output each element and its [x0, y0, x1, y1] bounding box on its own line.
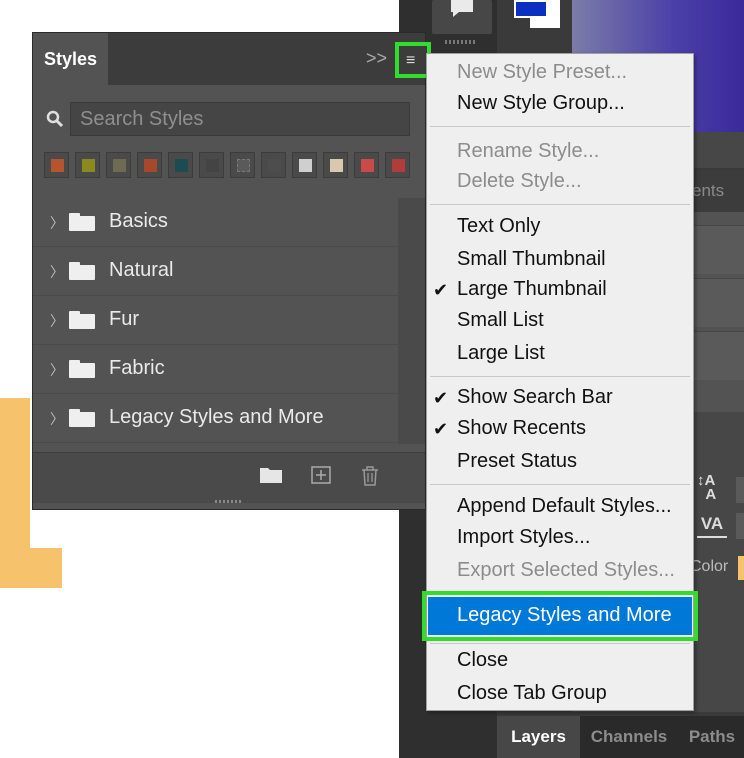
checkmark-icon: ✔ — [433, 388, 449, 408]
menu-item-large-thumbnail[interactable]: Large Thumbnail — [457, 278, 607, 301]
checkmark-icon: ✔ — [433, 419, 449, 439]
comments-panel-button[interactable] — [432, 0, 492, 34]
folder-icon — [69, 311, 95, 329]
style-thumb-icon — [361, 159, 374, 172]
style-thumb-icon — [113, 159, 126, 172]
tab-styles[interactable]: Styles — [33, 33, 108, 85]
style-thumbnail[interactable] — [137, 152, 162, 178]
dock-panel-row — [690, 331, 744, 380]
new-group-folder-icon[interactable] — [259, 466, 283, 484]
speech-bubble-icon — [451, 0, 473, 17]
style-thumbnail[interactable] — [106, 152, 131, 178]
search-input[interactable]: Search Styles — [70, 102, 410, 136]
menu-item-show-search-bar[interactable]: Show Search Bar — [457, 386, 613, 409]
menu-item-close[interactable]: Close — [457, 649, 508, 672]
menu-separator — [430, 643, 690, 644]
group-label: Natural — [109, 259, 174, 281]
group-label: Legacy Styles and More — [109, 406, 324, 428]
menu-item-delete-style[interactable]: Delete Style... — [457, 170, 582, 193]
style-thumb-icon — [268, 159, 281, 172]
style-thumbnail[interactable] — [323, 152, 348, 178]
tracking-icon[interactable]: VA — [697, 514, 727, 538]
style-thumb-icon — [206, 159, 219, 172]
style-thumb-icon — [237, 159, 250, 172]
search-icon — [46, 110, 64, 128]
style-thumb-icon — [299, 159, 312, 172]
menu-item-small-list[interactable]: Small List — [457, 309, 544, 332]
chevron-right-icon[interactable]: 〉 — [50, 311, 64, 331]
style-thumb-icon — [144, 159, 157, 172]
style-thumbnail[interactable] — [75, 152, 100, 178]
style-thumb-icon — [82, 159, 95, 172]
trash-icon[interactable] — [361, 466, 379, 486]
style-thumbnail[interactable] — [292, 152, 317, 178]
menu-item-append-default-styles[interactable]: Append Default Styles... — [457, 495, 672, 518]
list-item-fabric[interactable]: 〉 Fabric — [33, 345, 398, 394]
menu-separator — [430, 484, 690, 485]
menu-item-new-style-preset[interactable]: New Style Preset... — [457, 61, 627, 84]
menu-item-rename-style[interactable]: Rename Style... — [457, 140, 599, 163]
chevron-right-icon[interactable]: 〉 — [50, 360, 64, 380]
style-thumbnail[interactable] — [199, 152, 224, 178]
collapse-panel-button[interactable]: >> — [366, 48, 387, 69]
folder-icon — [69, 409, 95, 427]
folder-icon — [69, 213, 95, 231]
style-group-list: 〉 Basics 〉 Natural 〉 Fur 〉 Fabric 〉 Lega… — [33, 198, 398, 444]
style-thumbnail[interactable] — [354, 152, 379, 178]
dock-panel-row — [690, 278, 744, 327]
foreground-color-swatch[interactable] — [514, 0, 548, 18]
canvas-artwork-foot — [0, 548, 62, 588]
menu-item-close-tab-group[interactable]: Close Tab Group — [457, 682, 607, 705]
dock-field[interactable] — [736, 476, 744, 503]
menu-item-small-thumbnail[interactable]: Small Thumbnail — [457, 248, 606, 271]
style-thumbnail[interactable] — [168, 152, 193, 178]
style-thumb-icon — [330, 159, 343, 172]
dock-panel-row — [690, 225, 744, 274]
new-style-icon[interactable] — [311, 466, 331, 484]
scrollbar[interactable] — [398, 198, 425, 444]
menu-item-new-style-group[interactable]: New Style Group... — [457, 92, 625, 115]
list-item-natural[interactable]: 〉 Natural — [33, 247, 398, 296]
chevron-right-icon[interactable]: 〉 — [50, 409, 64, 429]
tab-paths[interactable]: Paths — [680, 716, 744, 758]
chevron-right-icon[interactable]: 〉 — [50, 213, 64, 233]
chevron-right-icon[interactable]: 〉 — [50, 262, 64, 282]
list-item-basics[interactable]: 〉 Basics — [33, 198, 398, 247]
list-item-legacy-styles[interactable]: 〉 Legacy Styles and More — [33, 394, 398, 443]
menu-item-show-recents[interactable]: Show Recents — [457, 417, 586, 440]
group-label: Fur — [109, 308, 139, 330]
tab-layers[interactable]: Layers — [497, 716, 580, 758]
hamburger-icon: ≡ — [406, 52, 416, 69]
dock-grip[interactable] — [445, 40, 475, 44]
style-thumb-icon — [51, 159, 64, 172]
menu-item-legacy-styles-and-more[interactable]: Legacy Styles and More — [457, 604, 672, 627]
style-thumbnail[interactable] — [44, 152, 69, 178]
list-item-fur[interactable]: 〉 Fur — [33, 296, 398, 345]
text-color-swatch[interactable] — [738, 556, 744, 580]
style-thumbnail[interactable] — [230, 152, 255, 178]
group-label: Fabric — [109, 357, 165, 379]
menu-separator — [430, 376, 690, 377]
color-label: Color — [690, 558, 729, 575]
menu-separator — [430, 204, 690, 205]
group-label: Basics — [109, 210, 168, 232]
menu-item-large-list[interactable]: Large List — [457, 342, 545, 365]
menu-item-export-selected-styles[interactable]: Export Selected Styles... — [457, 559, 675, 582]
checkmark-icon: ✔ — [433, 280, 449, 300]
style-thumb-icon — [175, 159, 188, 172]
menu-item-preset-status[interactable]: Preset Status — [457, 450, 577, 473]
style-thumb-icon — [392, 159, 405, 172]
menu-separator — [430, 126, 690, 127]
dock-field[interactable] — [736, 512, 744, 539]
tab-channels[interactable]: Channels — [580, 716, 678, 758]
folder-icon — [69, 262, 95, 280]
style-thumbnail[interactable] — [261, 152, 286, 178]
style-thumbnail[interactable] — [385, 152, 410, 178]
menu-item-text-only[interactable]: Text Only — [457, 215, 540, 238]
folder-icon — [69, 360, 95, 378]
panel-resize-grip[interactable] — [215, 500, 243, 503]
leading-icon[interactable]: ↕A A — [697, 473, 716, 502]
menu-item-import-styles[interactable]: Import Styles... — [457, 526, 590, 549]
